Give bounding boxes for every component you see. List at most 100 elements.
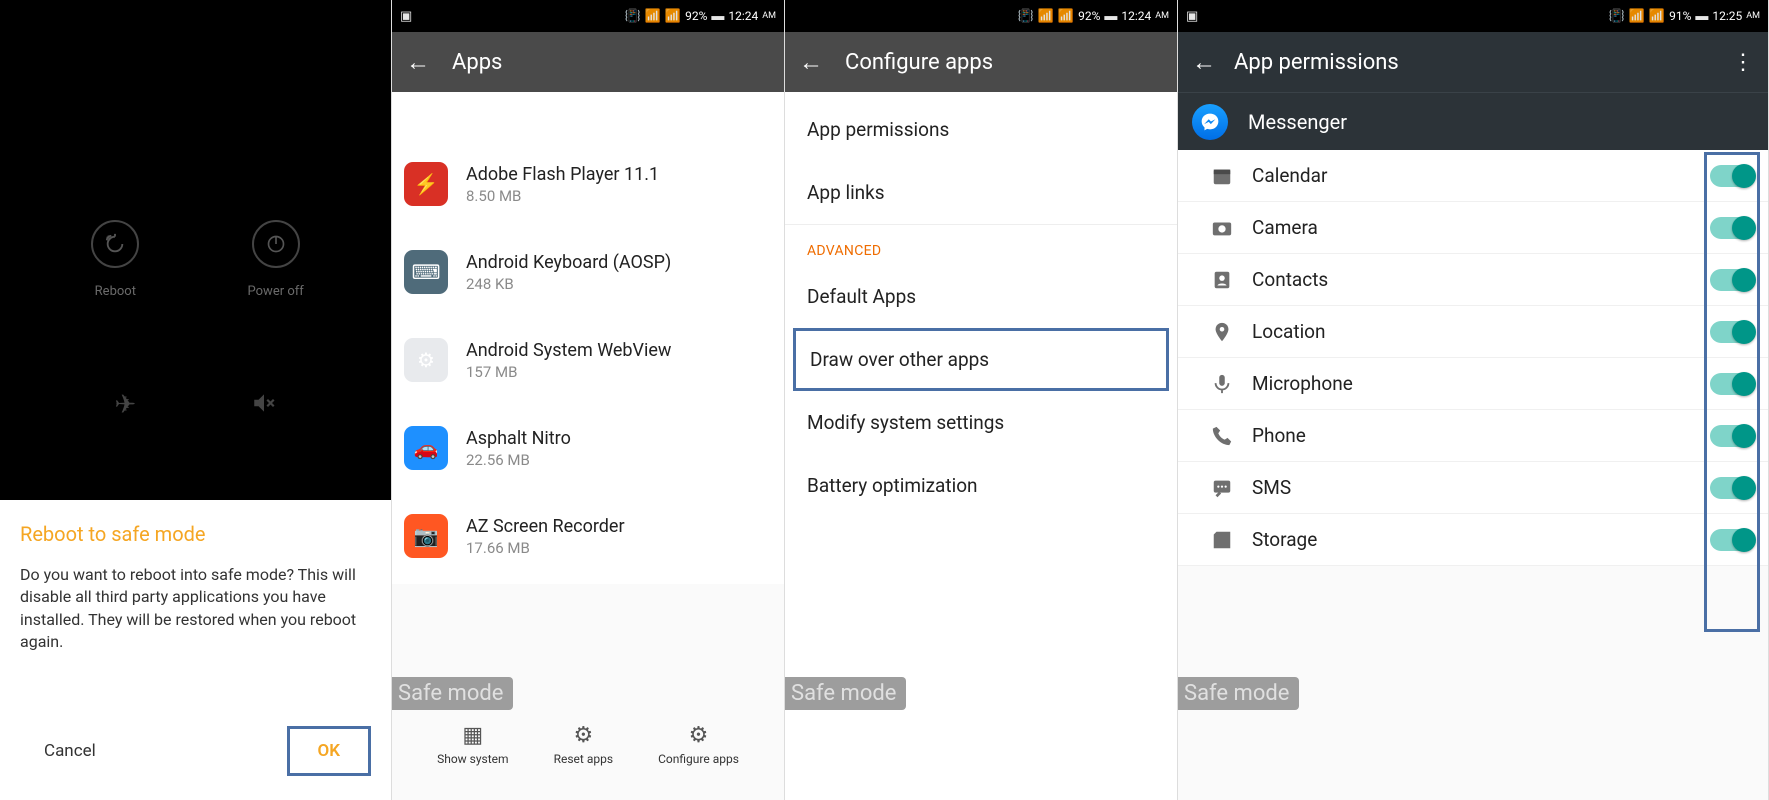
app-bar: ← App permissions ⋮ [1178,32,1768,92]
notification-icon: ▣ [1186,9,1198,24]
back-button[interactable]: ← [1192,48,1216,77]
safe-mode-badge: Safe mode [1178,677,1299,710]
power-menu-row2: ✈ [0,390,391,423]
clock-ampm: AM [1155,11,1169,21]
app-item[interactable]: ⚙ Android System WebView157 MB [392,320,784,408]
item-app-links[interactable]: App links [785,161,1177,224]
item-draw-over-apps[interactable]: Draw over other apps [793,328,1169,391]
app-name: AZ Screen Recorder [466,516,625,537]
app-info: Asphalt Nitro 22.56 MB [466,428,571,469]
item-modify-system[interactable]: Modify system settings [785,391,1177,454]
dialog-actions: Cancel OK [20,720,371,790]
permission-row-mic[interactable]: Microphone [1178,358,1768,410]
signal-icon: 📶 [645,9,661,24]
permission-toggle[interactable] [1710,217,1754,239]
panel-app-permissions: ▣ 📳 📶 📶 91% ▬ 12:25 AM ← App permissions… [1178,0,1769,800]
overflow-menu-icon[interactable]: ⋮ [1732,50,1754,75]
permission-label: Microphone [1252,372,1710,395]
clock-text: 12:25 [1712,9,1742,23]
configure-apps-button[interactable]: ⚙ Configure apps [658,723,739,766]
mute-icon[interactable] [251,390,277,423]
app-info: Android Keyboard (AOSP) 248 KB [466,252,671,293]
permission-row-location[interactable]: Location [1178,306,1768,358]
permission-toggle[interactable] [1710,373,1754,395]
vibrate-icon: 📳 [1609,9,1625,24]
back-button[interactable]: ← [799,48,823,77]
show-system-button[interactable]: ▦ Show system [437,723,508,766]
app-info: Android System WebView157 MB [466,340,671,381]
signal-icon: 📶 [1629,9,1645,24]
permission-toggle[interactable] [1710,269,1754,291]
app-item[interactable]: ⚡Adobe Flash Player 11.18.50 MB [392,144,784,232]
airplane-icon[interactable]: ✈ [114,390,136,423]
app-icon: 🚗 [404,426,448,470]
selected-app-name: Messenger [1248,110,1347,134]
permission-row-camera[interactable]: Camera [1178,202,1768,254]
sms-icon [1192,477,1252,499]
app-bar: ← Apps [392,32,784,92]
app-item[interactable]: ⌨ Android Keyboard (AOSP) 248 KB [392,232,784,320]
poweroff-option[interactable]: Power off [231,220,321,299]
app-icon: ⚙ [404,338,448,382]
permission-label: Phone [1252,424,1710,447]
safe-mode-badge: Safe mode [785,677,906,710]
contacts-icon [1192,269,1252,291]
status-bar: ▣ 📳 📶 📶 92% ▬ 12:24 AM [392,0,784,32]
power-menu-background: Reboot Power off ✈ [0,0,391,500]
section-advanced: ADVANCED [785,224,1177,265]
reset-apps-button[interactable]: ⚙ Reset apps [554,723,613,766]
clock-ampm: AM [1746,11,1760,21]
app-size: 17.66 MB [466,539,625,557]
reboot-label: Reboot [95,284,136,299]
status-bar: ▣ 📳 📶 📶 91% ▬ 12:25 AM [1178,0,1768,32]
permission-toggle[interactable] [1710,529,1754,551]
app-list[interactable]: ⚡Adobe Flash Player 11.18.50 MB ⌨ Android … [392,92,784,584]
settings-list: App permissions App links ADVANCED Defau… [785,92,1177,523]
cancel-button[interactable]: Cancel [20,729,120,773]
item-default-apps[interactable]: Default Apps [785,265,1177,328]
permission-toggle[interactable] [1710,165,1754,187]
signal-icon: 📶 [1058,9,1074,24]
permission-row-contacts[interactable]: Contacts [1178,254,1768,306]
app-item[interactable]: 🚗 Asphalt Nitro 22.56 MB [392,408,784,496]
battery-icon: ▬ [1695,8,1708,24]
dialog-message: Do you want to reboot into safe mode? Th… [20,564,371,720]
reboot-option[interactable]: Reboot [70,220,160,299]
image-icon: ▦ [462,723,483,748]
power-menu-row: Reboot Power off [0,220,391,299]
app-item[interactable]: 📷AZ Screen Recorder17.66 MB [392,496,784,584]
poweroff-icon [252,220,300,268]
app-size: 248 KB [466,275,671,293]
phone-icon [1192,425,1252,447]
messenger-icon [1192,104,1228,140]
ok-button[interactable]: OK [287,726,372,776]
permission-list: CalendarCameraContactsLocation Microphone… [1178,150,1768,566]
app-name: Asphalt Nitro [466,428,571,449]
safe-mode-dialog: Reboot to safe mode Do you want to reboo… [0,500,391,800]
app-name: Android Keyboard (AOSP) [466,252,671,273]
permission-toggle[interactable] [1710,321,1754,343]
reboot-icon [91,220,139,268]
permission-toggle[interactable] [1710,477,1754,499]
app-size: 157 MB [466,363,671,381]
app-info: Adobe Flash Player 11.18.50 MB [466,164,659,205]
permission-row-calendar[interactable]: Calendar [1178,150,1768,202]
status-bar: 📳 📶 📶 92% ▬ 12:24 AM [785,0,1177,32]
item-app-permissions[interactable]: App permissions [785,98,1177,161]
notification-icon: ▣ [400,9,412,24]
permission-row-storage[interactable]: Storage [1178,514,1768,566]
camera-icon [1192,217,1252,239]
permission-row-phone[interactable]: Phone [1178,410,1768,462]
panel-apps-list: ▣ 📳 📶 📶 92% ▬ 12:24 AM ← Apps ⚡Adobe Fla… [392,0,785,800]
location-icon [1192,321,1252,343]
page-title: Configure apps [845,50,993,75]
permission-toggle[interactable] [1710,425,1754,447]
permission-row-sms[interactable]: SMS [1178,462,1768,514]
app-size: 22.56 MB [466,451,571,469]
app-icon: ⌨ [404,250,448,294]
back-button[interactable]: ← [406,48,430,77]
permission-label: Storage [1252,528,1710,551]
battery-icon: ▬ [1104,8,1117,24]
item-battery-optimization[interactable]: Battery optimization [785,454,1177,517]
battery-text: 91% [1669,9,1691,23]
